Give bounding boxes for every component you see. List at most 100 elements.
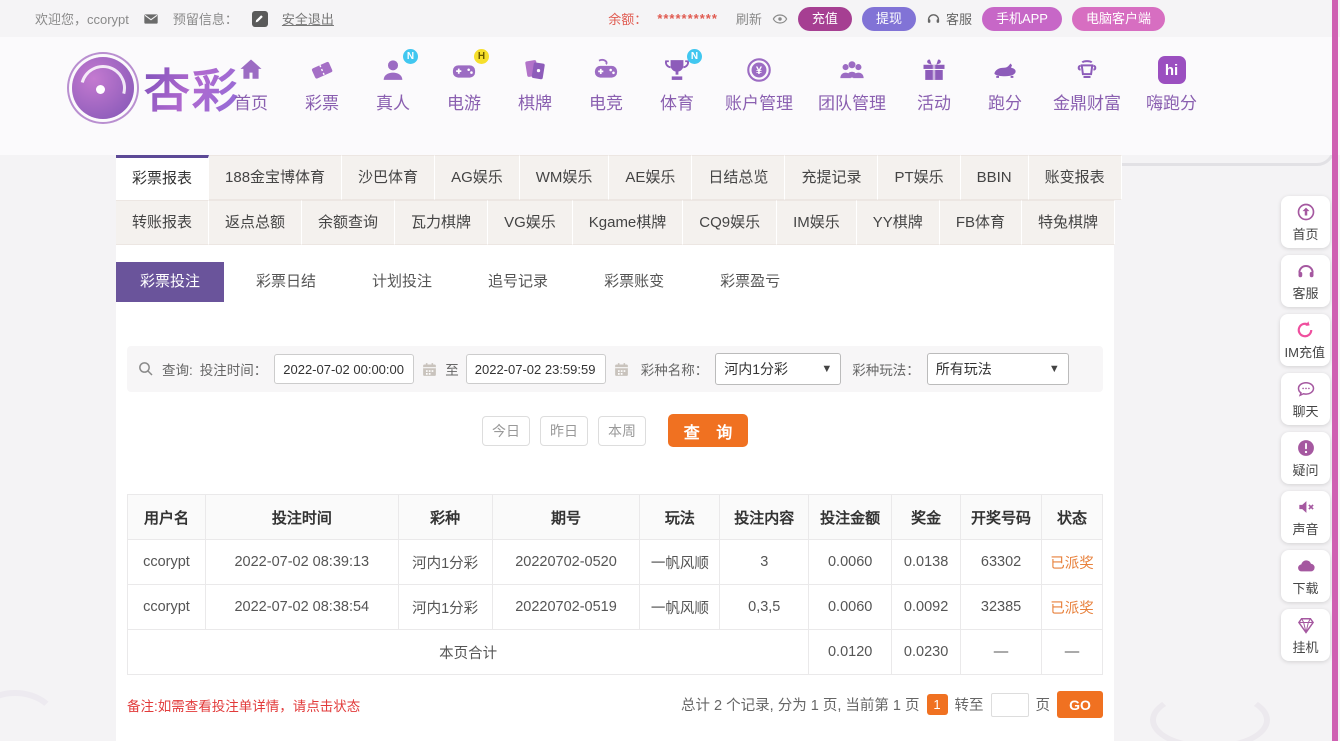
tab-cq9[interactable]: CQ9娱乐 — [683, 200, 778, 245]
tab-vg[interactable]: VG娱乐 — [488, 200, 573, 245]
tab-account-change[interactable]: 账变报表 — [1028, 155, 1122, 200]
mobile-app-button[interactable]: 手机APP — [981, 6, 1062, 31]
pc-client-button[interactable]: 电脑客户端 — [1071, 6, 1165, 31]
sidebar-item-service[interactable]: 客服 — [1281, 255, 1330, 307]
status-link[interactable]: 已派奖 — [1041, 539, 1103, 585]
tab-fb[interactable]: FB体育 — [939, 200, 1022, 245]
this-week-button[interactable]: 本周 — [598, 415, 646, 446]
tab-188-sport[interactable]: 188金宝博体育 — [209, 155, 343, 200]
tab-wali[interactable]: 瓦力棋牌 — [395, 200, 489, 245]
nav-item-slots[interactable]: H 电游 — [441, 49, 489, 114]
tab-rebate-total[interactable]: 返点总额 — [209, 200, 303, 245]
nav-item-live[interactable]: N 真人 — [370, 49, 418, 114]
customer-service-link[interactable]: 客服 — [926, 9, 972, 28]
exclamation-circle-icon — [1296, 438, 1316, 458]
deposit-button[interactable]: 充值 — [797, 6, 852, 31]
pink-edge-stripe — [1332, 0, 1338, 741]
tab-pt[interactable]: PT娱乐 — [878, 155, 961, 200]
tab-balance-query[interactable]: 余额查询 — [302, 200, 396, 245]
envelope-icon[interactable] — [143, 11, 159, 27]
time-to-input[interactable] — [465, 354, 606, 384]
play-type-select[interactable]: 所有玩法 ▼ — [926, 353, 1069, 385]
nav-item-paofen[interactable]: 跑分 — [982, 55, 1028, 114]
tab-ag[interactable]: AG娱乐 — [435, 155, 520, 200]
go-button[interactable]: GO — [1057, 691, 1103, 718]
edit-pencil-icon[interactable] — [251, 10, 268, 27]
nav-item-jinding[interactable]: 金鼎财富 — [1053, 55, 1121, 114]
goto-label: 转至 — [954, 698, 984, 714]
back-to-top-icon — [1296, 202, 1316, 222]
nav-item-promos[interactable]: 活动 — [911, 55, 957, 114]
column-header-bet-time: 投注时间 — [204, 494, 399, 540]
tab-transfer-report[interactable]: 转账报表 — [116, 200, 210, 245]
nav-item-account[interactable]: ¥ 账户管理 — [725, 55, 793, 114]
bet-time-label: 投注时间： — [199, 363, 268, 378]
subtab-lottery-daily[interactable]: 彩票日结 — [232, 262, 340, 302]
pagination-summary: 总计 2 个记录, 分为 1 页, 当前第 1 页 — [681, 698, 920, 714]
refresh-link[interactable]: 刷新 — [736, 9, 762, 28]
welcome-text: 欢迎您，ccorypt — [35, 12, 129, 27]
eye-icon[interactable] — [772, 11, 788, 27]
search-form: 查询: 投注时间： 至 彩种名称： 河内1分彩 ▼ 彩种玩法： 所有玩 — [127, 346, 1103, 392]
tab-shaba-sport[interactable]: 沙巴体育 — [342, 155, 436, 200]
new-badge: N — [687, 49, 702, 64]
tab-wm[interactable]: WM娱乐 — [519, 155, 610, 200]
treasure-vessel-icon — [1072, 55, 1102, 85]
sidebar-item-im-recharge[interactable]: IM充值 — [1279, 314, 1330, 366]
calendar-icon[interactable] — [421, 361, 438, 378]
current-page-badge[interactable]: 1 — [926, 694, 948, 715]
subtab-lottery-bets[interactable]: 彩票投注 — [116, 262, 225, 302]
tab-yy[interactable]: YY棋牌 — [856, 200, 940, 245]
sidebar-item-question[interactable]: 疑问 — [1281, 432, 1330, 484]
sidebar-item-chat[interactable]: 聊天 — [1281, 373, 1330, 425]
subtab-lottery-profit[interactable]: 彩票盈亏 — [696, 262, 804, 302]
subtab-lottery-account-change[interactable]: 彩票账变 — [580, 262, 688, 302]
cell-draw-number: 32385 — [960, 584, 1042, 630]
tab-kgame[interactable]: Kgame棋牌 — [572, 200, 684, 245]
subtab-chase-records[interactable]: 追号记录 — [464, 262, 572, 302]
chevron-down-icon: ▼ — [821, 363, 833, 375]
nav-item-esports[interactable]: 电竞 — [583, 55, 629, 114]
hot-badge: H — [474, 49, 489, 64]
tab-tetu[interactable]: 特兔棋牌 — [1021, 200, 1115, 245]
logout-link[interactable]: 安全退出 — [282, 9, 334, 28]
sidebar-item-download[interactable]: 下载 — [1281, 550, 1330, 602]
sidebar-item-home-top[interactable]: 首页 — [1281, 196, 1330, 248]
tab-lottery-report[interactable]: 彩票报表 — [116, 155, 210, 200]
tab-im[interactable]: IM娱乐 — [777, 200, 857, 245]
nav-item-lottery[interactable]: 彩票 — [299, 55, 345, 114]
nav-item-hipaofen[interactable]: hi 嗨跑分 — [1146, 55, 1197, 114]
summary-dash: — — [960, 629, 1042, 675]
yesterday-button[interactable]: 昨日 — [540, 415, 588, 446]
time-from-input[interactable] — [274, 354, 415, 384]
sidebar-item-sound[interactable]: 声音 — [1281, 491, 1330, 543]
site-logo[interactable]: 杏彩 — [71, 55, 240, 121]
decorative-swirl — [0, 690, 60, 741]
status-link[interactable]: 已派奖 — [1041, 584, 1103, 630]
floating-sidebar: 首页 客服 IM充值 聊天 疑问 声音 下载 挂机 — [1279, 196, 1330, 661]
search-button[interactable]: 查 询 — [668, 414, 748, 447]
tab-ae[interactable]: AE娱乐 — [609, 155, 693, 200]
lottery-name-select[interactable]: 河内1分彩 ▼ — [715, 353, 842, 385]
tab-deposit-records[interactable]: 充提记录 — [785, 155, 879, 200]
nav-item-sports[interactable]: N 体育 — [654, 49, 702, 114]
sidebar-item-hangup[interactable]: 挂机 — [1281, 609, 1330, 661]
goto-page-input[interactable] — [990, 692, 1029, 717]
column-header-bet-amount: 投注金额 — [808, 494, 893, 540]
tab-bbin[interactable]: BBIN — [960, 155, 1029, 200]
cloud-download-icon — [1296, 556, 1316, 576]
nav-item-home[interactable]: 首页 — [228, 55, 274, 114]
customer-service-label: 客服 — [945, 12, 972, 27]
nav-item-team[interactable]: 团队管理 — [818, 55, 886, 114]
calendar-icon[interactable] — [613, 361, 630, 378]
esports-gamepad-icon — [591, 55, 621, 85]
subtab-plan-bets[interactable]: 计划投注 — [348, 262, 456, 302]
tab-daily-overview[interactable]: 日结总览 — [692, 155, 786, 200]
withdraw-button[interactable]: 提现 — [861, 6, 916, 31]
mute-speaker-icon — [1296, 497, 1316, 517]
today-button[interactable]: 今日 — [482, 415, 530, 446]
nav-item-boardgames[interactable]: 棋牌 — [512, 55, 558, 114]
cell-bet-time: 2022-07-02 08:39:13 — [204, 539, 399, 585]
column-header-status: 状态 — [1041, 494, 1103, 540]
column-header-draw-number: 开奖号码 — [960, 494, 1042, 540]
